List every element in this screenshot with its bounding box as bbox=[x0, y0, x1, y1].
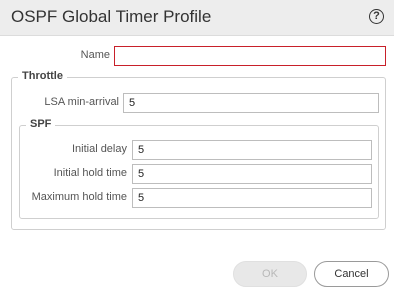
ok-button[interactable]: OK bbox=[233, 261, 307, 287]
throttle-legend: Throttle bbox=[18, 70, 67, 82]
dialog-title: OSPF Global Timer Profile bbox=[11, 7, 212, 26]
cancel-button[interactable]: Cancel bbox=[314, 261, 389, 287]
spf-legend: SPF bbox=[26, 118, 56, 130]
initial-hold-time-label: Initial hold time bbox=[53, 167, 127, 179]
name-input[interactable] bbox=[114, 46, 386, 66]
initial-delay-input[interactable] bbox=[132, 140, 372, 160]
lsa-min-arrival-label: LSA min-arrival bbox=[44, 96, 119, 108]
maximum-hold-time-label: Maximum hold time bbox=[31, 191, 127, 203]
help-icon[interactable]: ? bbox=[369, 9, 384, 24]
maximum-hold-time-input[interactable] bbox=[132, 188, 372, 208]
initial-delay-label: Initial delay bbox=[71, 143, 127, 155]
dialog-title-bar: OSPF Global Timer Profile ? bbox=[0, 0, 394, 36]
name-label: Name bbox=[80, 49, 110, 61]
initial-hold-time-input[interactable] bbox=[132, 164, 372, 184]
lsa-min-arrival-input[interactable] bbox=[123, 93, 379, 113]
